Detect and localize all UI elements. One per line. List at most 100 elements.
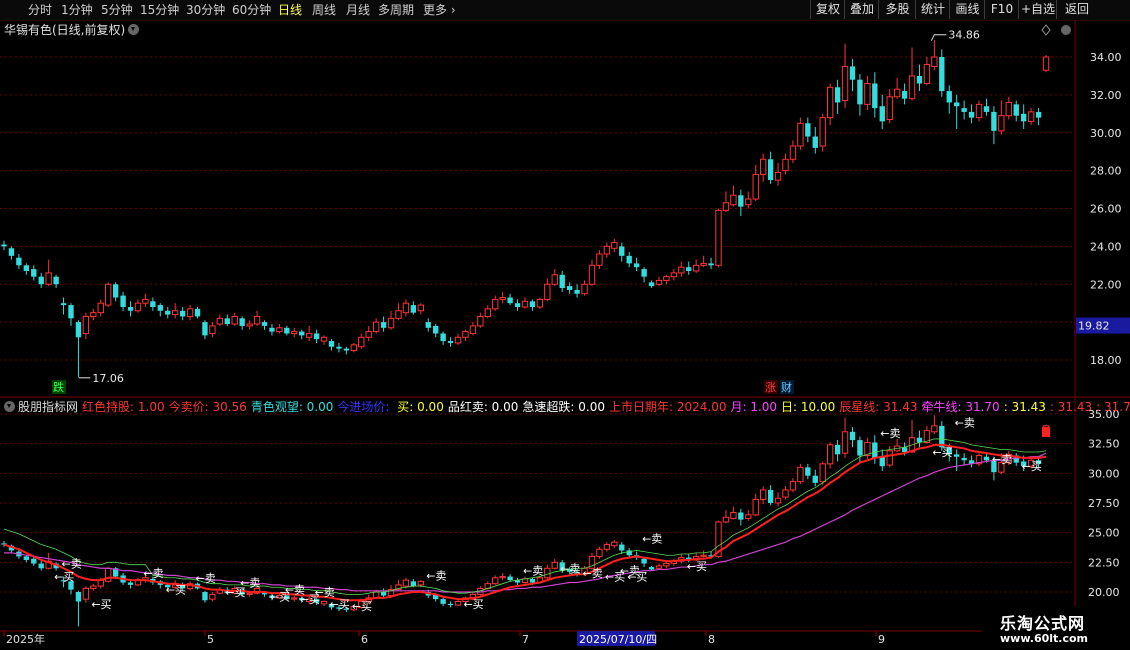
main-candle-108	[805, 123, 811, 137]
main-candle-139	[1035, 111, 1042, 118]
main-candle-56	[417, 304, 424, 312]
main-candle-96	[715, 209, 722, 266]
main-candle-94	[700, 262, 707, 266]
main-candle-136	[1013, 104, 1019, 116]
main-candle-69	[514, 303, 521, 307]
indicator-value-7: 上市日期年: 2024.00	[608, 400, 727, 414]
main-candle-85	[633, 263, 640, 268]
signal-buy-23: ←买	[687, 560, 707, 573]
main-candle-95	[708, 263, 714, 266]
main-candle-35	[261, 322, 268, 326]
main-candle-5	[38, 276, 44, 285]
main-candle-37	[276, 327, 283, 333]
ind-candle-103	[767, 489, 774, 503]
main-candle-87	[648, 282, 655, 287]
ind-candle-80	[596, 548, 603, 557]
main-candle-133	[991, 111, 997, 131]
main-candle-36	[269, 327, 275, 332]
ind-candle-105	[782, 489, 789, 498]
main-candle-73	[544, 283, 551, 300]
indicator-legend: 股朋指标网 红色持股: 1.00 今卖价: 30.56 青色观望: 0.00 今进场价:…	[4, 398, 1130, 415]
main-price-tick-4: 26.00	[1090, 203, 1122, 216]
main-candle-128	[954, 102, 960, 107]
main-candle-105	[782, 158, 789, 172]
ind-price-tick-4: 25.00	[1088, 527, 1120, 540]
main-candle-47	[350, 344, 357, 352]
marker-cai: 财	[781, 380, 792, 394]
main-candle-8	[60, 303, 67, 306]
main-candle-75	[559, 274, 565, 289]
signal-sell-17: ←卖	[560, 562, 580, 575]
main-candle-116	[864, 83, 871, 105]
main-price-tick-3: 28.00	[1090, 165, 1122, 178]
main-candle-24	[179, 310, 186, 317]
candlestick-chart[interactable]: 34.00 32.00 30.00 28.00 26.00 24.00 22.00 20.00…	[0, 0, 1130, 650]
main-candle-132	[983, 106, 990, 112]
main-candle-15	[112, 284, 119, 298]
main-candle-97	[722, 202, 730, 211]
main-price-tick-0: 34.00	[1090, 51, 1122, 64]
ind-candle-119	[886, 450, 893, 466]
ind-candle-82	[611, 541, 618, 547]
main-candle-46	[343, 348, 350, 351]
main-candle-134	[998, 115, 1005, 132]
ind-candle-113	[841, 431, 849, 454]
main-candle-122	[908, 75, 916, 100]
ind-candle-97	[722, 516, 730, 523]
ind-candle-55	[410, 581, 417, 587]
main-candle-74	[551, 274, 558, 285]
indicator-value-5: 品红卖: 0.00	[447, 400, 519, 414]
main-candle-77	[574, 289, 580, 294]
signal-sell-14: ←卖	[426, 569, 446, 582]
ind-candle-114	[849, 431, 856, 441]
marker-zhang: 涨	[765, 381, 776, 394]
main-candle-28	[209, 325, 216, 334]
main-candle-38	[284, 327, 290, 334]
main-candle-131	[975, 103, 983, 119]
ind-candle-89	[663, 563, 670, 567]
ind-candle-67	[499, 576, 506, 579]
main-candle-41	[305, 332, 313, 338]
signal-buy-4: ←买	[166, 584, 186, 597]
ind-candle-94	[700, 554, 707, 557]
main-price-tick-6: 22.00	[1090, 278, 1122, 291]
ind-candle-39	[291, 597, 298, 600]
low-price-label: 17.06	[92, 372, 124, 385]
signal-buy-25: ←买	[932, 446, 952, 459]
ind-candle-118	[879, 456, 885, 467]
ind-candle-71	[529, 578, 536, 583]
main-candle-125	[931, 56, 938, 67]
main-candle-115	[857, 79, 863, 105]
ind-candle-100	[745, 514, 752, 519]
main-candle-127	[946, 91, 952, 103]
ind-candle-11	[82, 587, 90, 600]
main-candle-117	[872, 83, 878, 109]
ind-candle-12	[90, 585, 97, 589]
main-candle-31	[231, 315, 238, 325]
main-candle-13	[97, 302, 104, 314]
main-candle-110	[819, 117, 826, 147]
main-candle-88	[655, 279, 663, 285]
main-candle-1	[8, 248, 15, 256]
main-candle-2	[16, 257, 22, 266]
main-candle-109	[812, 136, 818, 148]
main-candle-43	[320, 336, 328, 342]
ind-candle-86	[641, 558, 647, 564]
main-candle-78	[581, 283, 588, 295]
main-candle-138	[1027, 111, 1035, 122]
indicator-menu-icon[interactable]	[4, 401, 15, 412]
time-label-3: 7	[522, 633, 529, 646]
main-candle-80	[596, 253, 603, 266]
main-candle-72	[536, 298, 544, 308]
ind-candle-87	[648, 567, 655, 570]
high-price-label: 34.86	[948, 29, 980, 42]
main-candle-51	[380, 322, 387, 328]
signal-buy-13: ←买	[352, 600, 372, 613]
main-candle-34	[253, 315, 261, 325]
ind-candle-102	[759, 489, 767, 500]
main-candle-70	[521, 300, 529, 308]
cursor-date: 2025/07/10/四	[579, 633, 657, 646]
ind-candle-132	[983, 456, 990, 461]
time-label-0: 2025年	[6, 632, 45, 646]
main-candle-10	[75, 322, 82, 338]
